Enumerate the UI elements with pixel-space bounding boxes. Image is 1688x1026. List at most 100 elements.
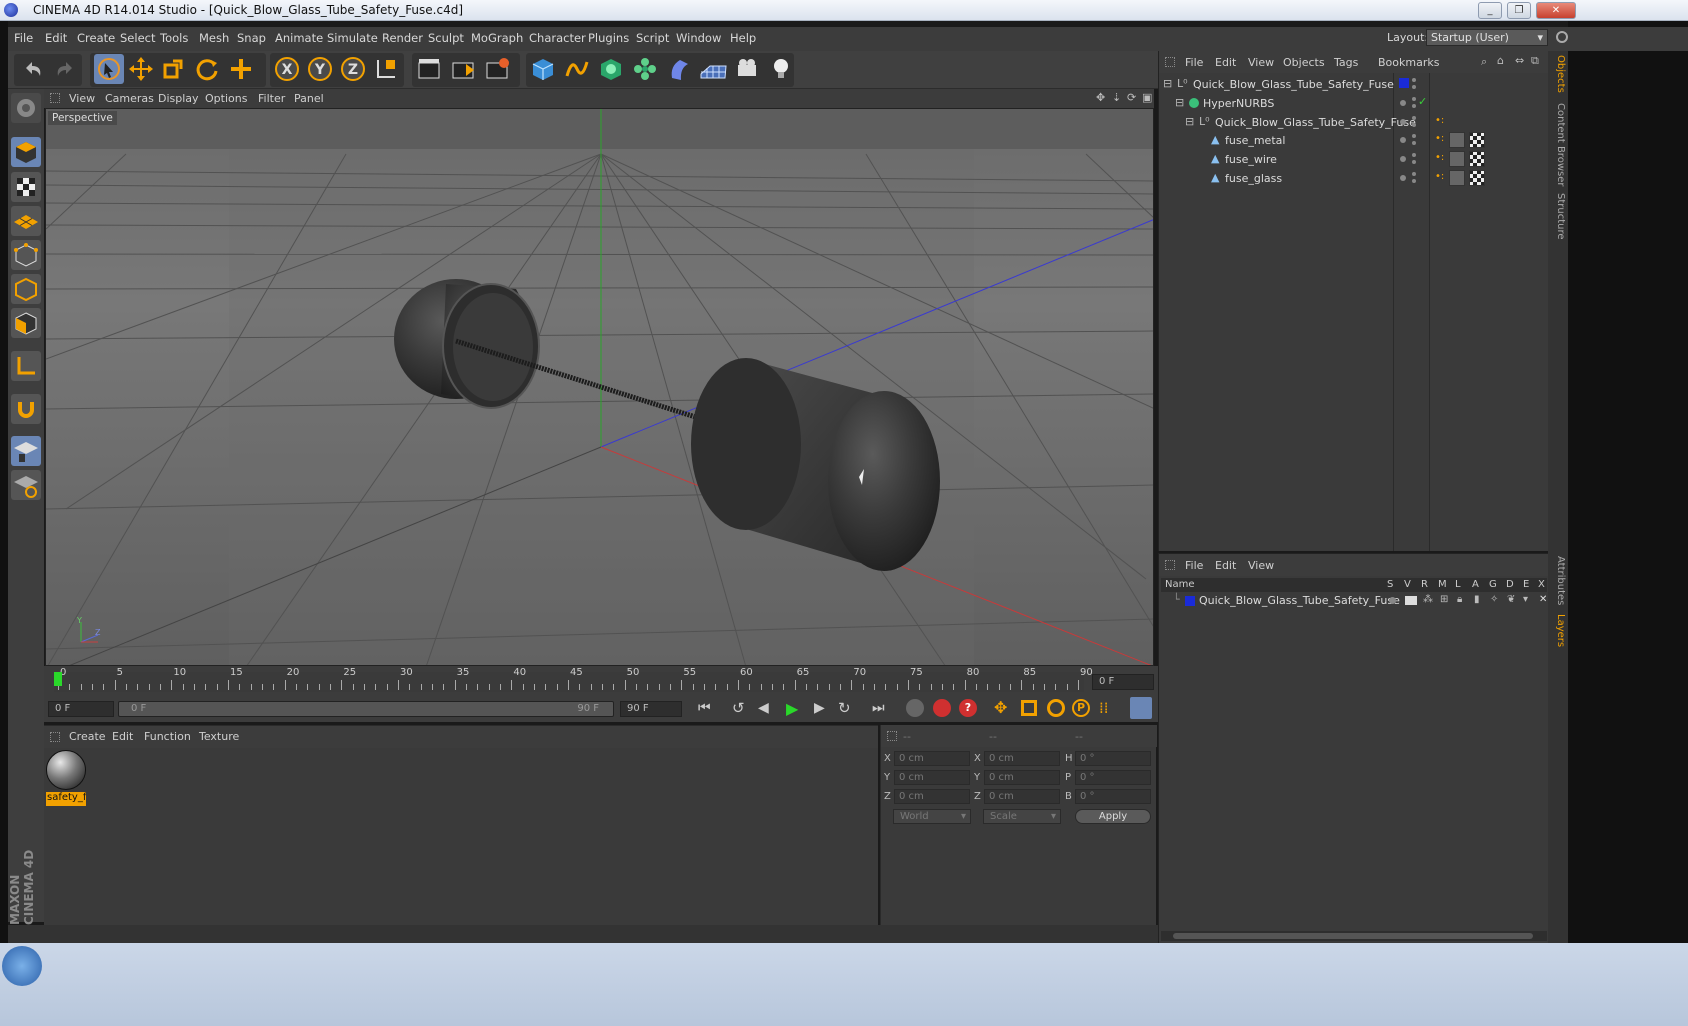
rotation-h-field[interactable]: 0 ° — [1075, 751, 1151, 766]
side-tab-objects[interactable]: Objects — [1550, 55, 1566, 93]
panel-grip-icon[interactable] — [887, 731, 897, 741]
layer-dot[interactable] — [1400, 175, 1406, 181]
expression-toggle-icon[interactable]: ▾ — [1523, 594, 1528, 605]
object-row[interactable]: ▲ fuse_metal •: — [1159, 131, 1549, 149]
position-z-field[interactable]: 0 cm — [894, 789, 970, 804]
object-menu-view[interactable]: View — [1248, 56, 1274, 69]
side-tab-attributes[interactable]: Attributes — [1550, 556, 1566, 605]
object-menu-file[interactable]: File — [1185, 56, 1203, 69]
go-to-start-icon[interactable]: ⏮ — [698, 700, 711, 716]
menu-help[interactable]: Help — [730, 31, 756, 45]
live-selection-icon[interactable] — [94, 54, 124, 84]
undo-icon[interactable] — [18, 54, 48, 84]
collapse-toggle-icon[interactable]: ⊟ — [1185, 115, 1194, 128]
spline-pen-icon[interactable] — [562, 54, 592, 84]
play-forward-icon[interactable]: ▶ — [786, 699, 798, 718]
collapse-toggle-icon[interactable]: ⊟ — [1163, 77, 1172, 90]
solo-toggle[interactable] — [1389, 597, 1396, 604]
phong-tag-icon[interactable]: •: — [1435, 171, 1444, 182]
viewport-menu-panel[interactable]: Panel — [294, 92, 324, 105]
deformer-toggle-icon[interactable]: ❦ — [1507, 594, 1515, 605]
timeline-track[interactable]: 0 5 10 15 20 25 30 35 40 45 50 55 60 65 70 75 80 85 90 — [54, 667, 1093, 692]
visibility-render-dot[interactable] — [1412, 123, 1416, 127]
menu-simulate[interactable]: Simulate — [327, 31, 378, 45]
max-frame-field[interactable]: 90 F — [620, 701, 682, 717]
viewport-maximize-icon[interactable]: ▣ — [1142, 91, 1152, 104]
workplane-mode-icon[interactable] — [11, 206, 41, 236]
visibility-editor-dot[interactable] — [1412, 172, 1416, 176]
key-rotation-icon[interactable] — [1047, 699, 1065, 717]
apply-button[interactable]: Apply — [1075, 809, 1151, 824]
material-menu-edit[interactable]: Edit — [112, 730, 133, 743]
edges-mode-icon[interactable] — [11, 274, 41, 304]
make-editable-icon[interactable] — [11, 93, 41, 123]
render-view-icon[interactable] — [414, 54, 444, 84]
restore-button[interactable]: ❐ — [1507, 2, 1531, 19]
visibility-render-dot[interactable] — [1412, 179, 1416, 183]
viewport-menu-filter[interactable]: Filter — [258, 92, 285, 105]
texture-tag-icon[interactable] — [1449, 132, 1465, 148]
nurbs-generator-icon[interactable] — [596, 54, 626, 84]
layer-menu-file[interactable]: File — [1185, 559, 1203, 572]
viewport-menu-display[interactable]: Display — [158, 92, 199, 105]
start-button[interactable] — [2, 946, 42, 986]
points-mode-icon[interactable] — [11, 240, 41, 270]
panel-grip-icon[interactable] — [1165, 560, 1175, 570]
redo-icon[interactable] — [50, 54, 80, 84]
layer-dot[interactable] — [1400, 137, 1406, 143]
uvw-tag-icon[interactable] — [1469, 151, 1485, 167]
object-row[interactable]: ⊟ L⁰ Quick_Blow_Glass_Tube_Safety_Fuse — [1159, 75, 1549, 93]
coordinate-system-icon[interactable] — [371, 54, 401, 84]
light-bulb-icon[interactable] — [766, 54, 796, 84]
layout-select[interactable]: Startup (User) ▾ — [1426, 29, 1548, 46]
timeline-playhead[interactable] — [54, 672, 62, 686]
next-frame-icon[interactable]: ▶ — [814, 700, 825, 716]
timeline-layout-icon[interactable] — [1130, 697, 1152, 719]
size-y-field[interactable]: 0 cm — [984, 770, 1060, 785]
model-mode-icon[interactable] — [11, 137, 41, 167]
y-axis-lock-icon[interactable]: Y — [305, 54, 335, 84]
object-row[interactable]: ▲ fuse_glass •: — [1159, 169, 1549, 187]
side-tab-structure[interactable]: Structure — [1550, 193, 1566, 240]
lock-toggle-icon[interactable]: 🔒︎ — [1457, 594, 1462, 605]
size-mode-dropdown[interactable]: Scale ▾ — [983, 809, 1061, 824]
animation-toggle-icon[interactable]: ▮ — [1474, 594, 1480, 605]
x-axis-lock-icon[interactable]: X — [272, 54, 302, 84]
manager-toggle-icon[interactable]: ⊞ — [1440, 594, 1448, 605]
column-xref[interactable]: X — [1538, 579, 1545, 590]
side-tab-content-browser[interactable]: Content Browser — [1550, 103, 1566, 186]
menu-character[interactable]: Character — [529, 31, 586, 45]
column-view[interactable]: V — [1404, 579, 1411, 590]
menu-mesh[interactable]: Mesh — [199, 31, 229, 45]
uvw-tag-icon[interactable] — [1469, 170, 1485, 186]
menu-snap[interactable]: Snap — [237, 31, 266, 45]
viewport-rotate-icon[interactable]: ⟳ — [1127, 91, 1136, 104]
texture-tag-icon[interactable] — [1449, 151, 1465, 167]
column-solo[interactable]: S — [1387, 579, 1393, 590]
close-button[interactable]: ✕ — [1536, 2, 1576, 19]
menu-create[interactable]: Create — [77, 31, 115, 45]
object-menu-edit[interactable]: Edit — [1215, 56, 1236, 69]
uvw-tag-icon[interactable] — [1469, 132, 1485, 148]
array-cloner-icon[interactable] — [630, 54, 660, 84]
cube-primitive-icon[interactable] — [528, 54, 558, 84]
column-animation[interactable]: A — [1472, 579, 1479, 590]
timeline-end-field[interactable]: 0 F — [1092, 674, 1154, 690]
horizontal-scrollbar[interactable] — [1161, 931, 1547, 941]
visibility-editor-dot[interactable] — [1412, 153, 1416, 157]
layer-color-swatch[interactable] — [1185, 596, 1195, 606]
lock-workplane-icon[interactable] — [11, 470, 41, 500]
position-y-field[interactable]: 0 cm — [894, 770, 970, 785]
visibility-render-dot[interactable] — [1412, 104, 1416, 108]
snap-enable-icon[interactable] — [11, 436, 41, 466]
phong-tag-icon[interactable]: •: — [1435, 152, 1444, 163]
panel-grip-icon[interactable] — [50, 732, 60, 742]
menu-script[interactable]: Script — [636, 31, 669, 45]
preview-range-slider[interactable]: 0 F 90 F — [118, 701, 614, 717]
object-menu-tags[interactable]: Tags — [1334, 56, 1358, 69]
current-frame-field[interactable]: 0 F — [48, 701, 114, 717]
magnet-icon[interactable] — [11, 394, 41, 424]
go-to-end-icon[interactable]: ⏭ — [872, 700, 885, 716]
menu-plugins[interactable]: Plugins — [588, 31, 629, 45]
object-row[interactable]: ⊟ HyperNURBS ✓ — [1159, 94, 1549, 112]
